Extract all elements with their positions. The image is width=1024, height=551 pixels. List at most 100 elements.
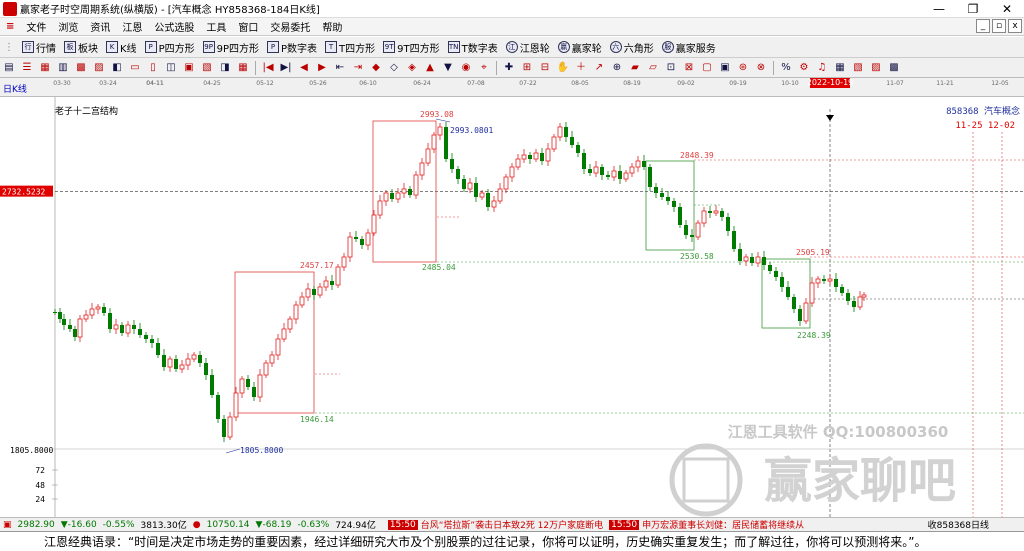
winner-service-button[interactable]: 服赢家服务 — [658, 38, 720, 57]
news-ticker-1[interactable]: 15:50 台风“塔拉斯”袭击日本致2死 12万户家庭断电 — [385, 518, 606, 531]
candle-body — [479, 192, 485, 198]
drawing-tool-icon[interactable]: ⊕ — [610, 61, 624, 75]
drawing-tool-icon[interactable]: ▩ — [887, 61, 901, 75]
candle-body — [611, 170, 617, 178]
drawing-tool-icon[interactable]: ▦ — [236, 61, 250, 75]
drawing-tool-icon[interactable]: ▶ — [315, 61, 329, 75]
t-square-button[interactable]: T T四方形 — [321, 38, 379, 57]
candle-body — [395, 192, 401, 200]
drawing-tool-icon[interactable]: ▶| — [279, 61, 293, 75]
drawing-tool-icon[interactable]: ⊗ — [754, 61, 768, 75]
drawing-tool-icon[interactable]: ◈ — [405, 61, 419, 75]
drawing-tool-icon[interactable]: ◉ — [459, 61, 473, 75]
menu-app-icon[interactable]: ≡ — [0, 21, 20, 32]
drawing-tool-icon[interactable]: ▧ — [851, 61, 865, 75]
candle-body — [648, 167, 652, 187]
drawing-tool-icon[interactable]: ▥ — [56, 61, 70, 75]
drawing-tool-icon[interactable]: ＋ — [574, 61, 588, 75]
bottom-price-label: 1805.8000 — [10, 446, 54, 455]
9t-square-button[interactable]: 9T 9T四方形 — [379, 38, 443, 57]
drawing-tool-icon[interactable]: ◫ — [164, 61, 178, 75]
p-table-button[interactable]: P P数字表 — [263, 38, 321, 57]
candle-body — [257, 374, 263, 398]
drawing-tool-icon[interactable]: ▰ — [628, 61, 642, 75]
chart-canvas[interactable]: 老子十二宫结构 2732.5232 1805.8000 72 48 24 858368 汽车… — [0, 97, 1024, 517]
drawing-tool-icon[interactable]: ▤ — [2, 61, 16, 75]
quotes-button[interactable]: 行行情 — [18, 38, 60, 57]
sectors-button[interactable]: 板板块 — [60, 38, 102, 57]
drawing-tool-icon[interactable]: ⊛ — [736, 61, 750, 75]
candle-body — [198, 355, 202, 363]
p-square-button[interactable]: P P四方形 — [141, 38, 199, 57]
candle-body — [798, 309, 802, 321]
kline-button[interactable]: K K线 — [102, 38, 141, 57]
drawing-tool-icon[interactable]: ▢ — [700, 61, 714, 75]
candle-body — [222, 419, 226, 437]
drawing-tool-icon[interactable]: ♫ — [815, 61, 829, 75]
drawing-tool-icon[interactable]: ◆ — [369, 61, 383, 75]
drawing-tool-icon[interactable]: ◇ — [387, 61, 401, 75]
drawing-tool-icon[interactable]: ◀ — [297, 61, 311, 75]
candle-body — [269, 354, 275, 364]
menu-formula[interactable]: 公式选股 — [148, 19, 200, 34]
menu-file[interactable]: 文件 — [20, 19, 52, 34]
index-sh-icon: ▣ — [3, 519, 12, 530]
candle-body — [738, 249, 742, 261]
hexagon-button[interactable]: 六六角形 — [606, 38, 658, 57]
drawing-tool-icon[interactable]: ⇥ — [351, 61, 365, 75]
9p-square-button[interactable]: 9P 9P四方形 — [199, 38, 263, 57]
drawing-tool-icon[interactable]: ▯ — [146, 61, 160, 75]
drawing-tool-icon[interactable]: ⊠ — [682, 61, 696, 75]
candle-body — [582, 153, 586, 169]
winner-wheel-button[interactable]: 赢赢家轮 — [554, 38, 606, 57]
menu-trade[interactable]: 交易委托 — [264, 19, 316, 34]
mdi-restore-button[interactable]: ▫ — [992, 19, 1006, 33]
news-ticker-2[interactable]: 15:50 申万宏源董事长刘健：居民储蓄将继续从 — [606, 518, 807, 531]
mdi-minimize-button[interactable]: _ — [976, 19, 990, 33]
drawing-tool-icon[interactable]: ⇤ — [333, 61, 347, 75]
drawing-tool-icon[interactable]: ✋ — [556, 61, 570, 75]
drawing-tool-icon[interactable]: ▱ — [646, 61, 660, 75]
menu-window[interactable]: 窗口 — [232, 19, 264, 34]
candle-body — [467, 182, 473, 190]
drawing-tool-icon[interactable]: ▧ — [200, 61, 214, 75]
date-tick-label: 07-08 — [467, 80, 485, 87]
drawing-tool-icon[interactable]: ▨ — [92, 61, 106, 75]
drawing-tool-icon[interactable]: ◧ — [110, 61, 124, 75]
drawing-tool-icon[interactable]: ⊞ — [520, 61, 534, 75]
menu-gann[interactable]: 江恩 — [116, 19, 148, 34]
drawing-tool-icon[interactable]: ⌖ — [477, 61, 491, 75]
menu-browse[interactable]: 浏览 — [52, 19, 84, 34]
gann-wheel-button[interactable]: 江江恩轮 — [502, 38, 554, 57]
drawing-tool-icon[interactable]: ↗ — [592, 61, 606, 75]
candle-body — [521, 154, 527, 160]
drawing-tool-icon[interactable]: ☰ — [20, 61, 34, 75]
menu-info[interactable]: 资讯 — [84, 19, 116, 34]
drawing-tool-icon[interactable]: ▲ — [423, 61, 437, 75]
drawing-tool-icon[interactable]: ▼ — [441, 61, 455, 75]
menu-tools[interactable]: 工具 — [200, 19, 232, 34]
drawing-tool-icon[interactable]: ▣ — [718, 61, 732, 75]
drawing-tool-icon[interactable]: ▦ — [833, 61, 847, 75]
candle-body — [486, 193, 490, 207]
drawing-tool-icon[interactable]: ◨ — [218, 61, 232, 75]
drawing-tool-icon[interactable]: ▭ — [128, 61, 142, 75]
drawing-tool-icon[interactable]: ▩ — [74, 61, 88, 75]
kline-chart[interactable]: 老子十二宫结构 2732.5232 1805.8000 72 48 24 858368 汽车… — [0, 97, 1024, 517]
kline-label: K线 — [120, 43, 137, 55]
drawing-tool-icon[interactable]: ⊡ — [664, 61, 678, 75]
drawing-tool-icon[interactable]: ▨ — [869, 61, 883, 75]
minimize-button[interactable]: — — [922, 0, 956, 18]
t-table-button[interactable]: TN T数字表 — [444, 38, 502, 57]
drawing-tool-icon[interactable]: % — [779, 61, 793, 75]
drawing-tool-icon[interactable]: ▦ — [38, 61, 52, 75]
drawing-tool-icon[interactable]: ▣ — [182, 61, 196, 75]
mdi-close-button[interactable]: x — [1008, 19, 1022, 33]
drawing-tool-icon[interactable]: ✚ — [502, 61, 516, 75]
drawing-tool-icon[interactable]: |◀ — [261, 61, 275, 75]
drawing-tool-icon[interactable]: ⊟ — [538, 61, 552, 75]
menu-help[interactable]: 帮助 — [316, 19, 348, 34]
maximize-button[interactable]: ❐ — [956, 0, 990, 18]
drawing-tool-icon[interactable]: ⚙ — [797, 61, 811, 75]
close-button[interactable]: ✕ — [990, 0, 1024, 18]
